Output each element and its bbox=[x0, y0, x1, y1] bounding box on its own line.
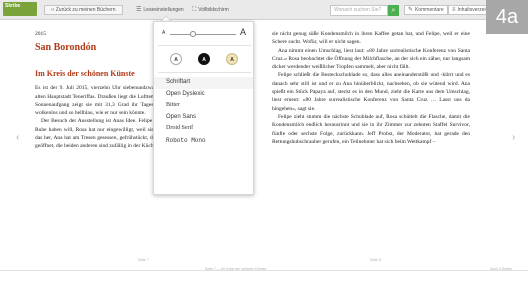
theme-white-button[interactable]: A bbox=[170, 53, 182, 65]
back-to-books-label: Zurück zu meinen Büchern bbox=[55, 7, 116, 13]
reading-settings-label: Leseeinstellungen bbox=[143, 7, 184, 13]
settings-icon: ☰ bbox=[136, 7, 142, 13]
figure-badge: 4a bbox=[486, 0, 528, 34]
paragraph: Felipe zieht stumm die nächste Schublade… bbox=[272, 113, 470, 145]
font-option-schriftart[interactable]: Schriftart bbox=[154, 77, 253, 89]
app-logo: Skribe bbox=[3, 2, 37, 16]
fullscreen-icon: ⛶ bbox=[192, 7, 197, 13]
chapter-footer: Seite 7 — Im Kreis der schönen Künste bbox=[205, 267, 267, 271]
previous-page-arrow-icon[interactable]: ‹ bbox=[16, 132, 19, 143]
font-list: Schriftart Open Dyslexic Bitter Open San… bbox=[154, 77, 253, 146]
comments-label: Kommentare bbox=[415, 7, 444, 13]
comment-icon: ✎ bbox=[408, 7, 414, 13]
theme-black-button[interactable]: A bbox=[198, 53, 210, 65]
font-size-large-icon[interactable]: A bbox=[240, 27, 246, 37]
fullscreen-button[interactable]: ⛶ Vollbildschirm bbox=[192, 5, 229, 15]
paragraph: sie nicht genug süße Kondensmilch in ihr… bbox=[272, 31, 470, 46]
next-page-arrow-icon[interactable]: › bbox=[512, 132, 515, 143]
paragraph: Ana nimmt einen Umschlag, liest laut: »8… bbox=[272, 47, 470, 71]
paragraph: Felipe schließt die Besteckschublade so,… bbox=[272, 72, 470, 112]
font-option-open-dyslexic[interactable]: Open Dyslexic bbox=[154, 89, 253, 101]
search-button[interactable]: ⌕ bbox=[388, 5, 399, 16]
toolbar: Skribe ‹‹ Zurück zu meinen Büchern ☰ Les… bbox=[0, 0, 528, 20]
toc-icon: ≡ bbox=[452, 7, 456, 13]
divider bbox=[158, 72, 251, 73]
font-option-droid-serif[interactable]: Droid Serif bbox=[154, 123, 253, 135]
search-input[interactable]: Wonach suchen Sie? bbox=[330, 5, 388, 16]
comments-button[interactable]: ✎ Kommentare bbox=[404, 5, 448, 15]
pages-remaining: Noch 4 Seiten bbox=[490, 267, 512, 271]
page-number-right: Seite 8 bbox=[370, 258, 381, 262]
font-size-small-icon[interactable]: A bbox=[162, 30, 165, 36]
fullscreen-label: Vollbildschirm bbox=[198, 7, 229, 13]
reading-settings-button[interactable]: ☰ Leseeinstellungen bbox=[136, 5, 184, 15]
font-option-bitter[interactable]: Bitter bbox=[154, 100, 253, 112]
divider bbox=[158, 45, 251, 46]
search-icon: ⌕ bbox=[391, 7, 396, 14]
right-page: sie nicht genug süße Kondensmilch in ihr… bbox=[272, 30, 470, 146]
back-to-books-button[interactable]: ‹‹ Zurück zu meinen Büchern bbox=[44, 5, 123, 15]
page-number-left: Seite 7 bbox=[138, 258, 149, 262]
theme-sepia-button[interactable]: A bbox=[226, 53, 238, 65]
font-size-slider-handle[interactable] bbox=[190, 31, 197, 37]
font-option-open-sans[interactable]: Open Sans bbox=[154, 112, 253, 124]
font-option-roboto-mono[interactable]: Roboto Mono bbox=[154, 135, 253, 147]
font-size-slider[interactable] bbox=[170, 34, 236, 35]
reading-settings-popup: A A A A A Schriftart Open Dyslexic Bitte… bbox=[153, 21, 254, 195]
